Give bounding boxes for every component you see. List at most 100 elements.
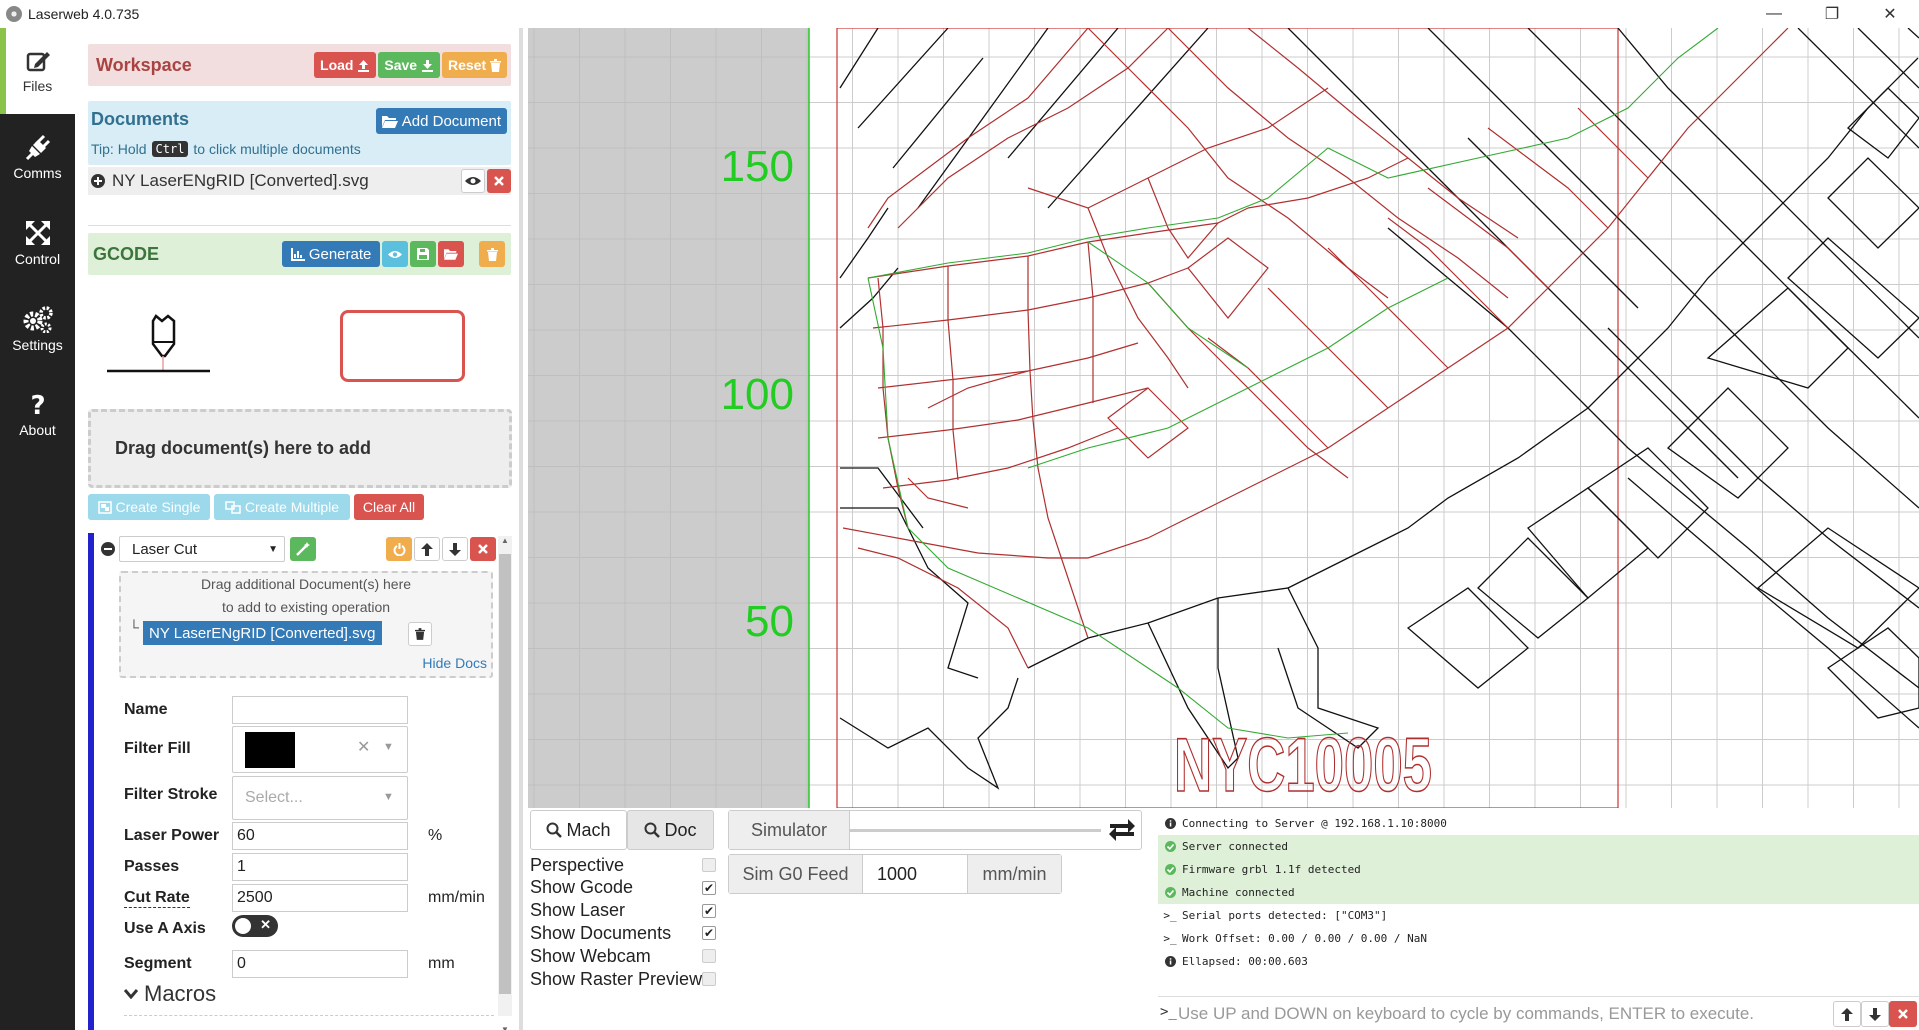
option-checkbox[interactable] bbox=[702, 949, 716, 964]
load-gcode-button[interactable] bbox=[438, 241, 464, 267]
clear-all-button[interactable]: Clear All bbox=[354, 494, 424, 520]
drag-drop-text: Drag document(s) here to add bbox=[115, 438, 372, 458]
passes-input[interactable]: 1 bbox=[232, 853, 408, 881]
collapse-minus-icon[interactable] bbox=[100, 541, 116, 557]
scroll-thumb[interactable] bbox=[499, 554, 511, 994]
sidebar-item-control[interactable]: Control bbox=[0, 200, 75, 286]
view-gcode-button[interactable] bbox=[382, 241, 408, 267]
create-single-button[interactable]: Create Single bbox=[88, 494, 210, 520]
maximize-button[interactable]: ❐ bbox=[1803, 0, 1861, 28]
option-checkbox[interactable] bbox=[702, 858, 716, 872]
arrow-down-icon bbox=[1869, 1007, 1881, 1021]
console-input-row: >_ Use UP and DOWN on keyboard to cycle … bbox=[1158, 996, 1919, 1028]
filter-fill-select[interactable]: ✕ ▼ bbox=[232, 726, 408, 773]
segment-input[interactable]: 0 bbox=[232, 950, 408, 978]
load-workspace-button[interactable]: Load bbox=[314, 52, 377, 78]
sidebar-item-comms[interactable]: Comms bbox=[0, 114, 75, 200]
magic-wand-button[interactable] bbox=[290, 537, 316, 561]
console-line: Ellapsed: 00:00.603 bbox=[1158, 950, 1919, 973]
save-workspace-button[interactable]: Save bbox=[378, 52, 440, 78]
laser-power-input[interactable]: 60 bbox=[232, 822, 408, 850]
sidebar-item-settings[interactable]: Settings bbox=[0, 286, 75, 372]
generate-label: Generate bbox=[308, 245, 372, 263]
document-row[interactable]: NY LaserENgRID [Converted].svg bbox=[88, 167, 511, 195]
simulator-slider[interactable] bbox=[849, 829, 1101, 832]
console-input[interactable]: Use UP and DOWN on keyboard to cycle by … bbox=[1178, 1004, 1754, 1024]
save-gcode-button[interactable] bbox=[410, 241, 436, 267]
clear-gcode-button[interactable] bbox=[479, 241, 505, 267]
option-label: Show Raster Preview bbox=[530, 968, 703, 989]
option-checkbox[interactable] bbox=[702, 972, 716, 986]
use-a-axis-toggle[interactable]: ✕ bbox=[232, 915, 278, 937]
cut-rate-input[interactable]: 2500 bbox=[232, 884, 408, 912]
operation-scrollbar[interactable]: ▲ ▼ bbox=[498, 536, 512, 1030]
sidebar-item-files[interactable]: Files bbox=[0, 28, 75, 114]
history-down-button[interactable] bbox=[1861, 1001, 1889, 1027]
title-bar: Laserweb 4.0.735 — ❐ ✕ bbox=[0, 0, 1919, 28]
create-multiple-button[interactable]: Create Multiple bbox=[214, 494, 350, 520]
console-log: Connecting to Server @ 192.168.1.10:8000… bbox=[1158, 812, 1919, 973]
workspace-canvas[interactable]: 150 100 50 NYC10005 bbox=[528, 28, 1919, 808]
minimize-button[interactable]: — bbox=[1745, 0, 1803, 28]
option-checkbox[interactable]: ✔ bbox=[702, 926, 716, 941]
clear-console-button[interactable] bbox=[1889, 1001, 1917, 1027]
mach-label: Mach bbox=[566, 819, 611, 840]
simulator-label-box: Simulator bbox=[729, 811, 850, 849]
option-label: Show Laser bbox=[530, 900, 626, 921]
drag-drop-area[interactable]: Drag document(s) here to add bbox=[88, 409, 512, 488]
console-line: Server connected bbox=[1158, 835, 1919, 858]
name-input[interactable] bbox=[232, 696, 408, 724]
expand-plus-icon[interactable] bbox=[90, 173, 106, 189]
console-text: Work Offset: 0.00 / 0.00 / 0.00 / NaN bbox=[1182, 932, 1428, 945]
sidebar-item-about[interactable]: ? About bbox=[0, 372, 75, 458]
hide-docs-link[interactable]: Hide Docs bbox=[422, 655, 487, 671]
simulator-group: Simulator bbox=[728, 810, 1142, 850]
documents-section: Documents Add Document Tip: Hold Ctrl to… bbox=[88, 101, 511, 165]
reset-workspace-button[interactable]: Reset bbox=[441, 52, 507, 78]
delete-operation-button[interactable] bbox=[470, 537, 496, 561]
generate-gcode-button[interactable]: Generate bbox=[282, 241, 380, 267]
panel-resize-handle[interactable] bbox=[519, 28, 523, 1030]
window-title: Laserweb 4.0.735 bbox=[28, 6, 140, 22]
move-up-button[interactable] bbox=[414, 537, 440, 561]
document-bounds bbox=[836, 28, 1619, 808]
sim-feed-label: Sim G0 Feed bbox=[742, 863, 849, 884]
arrow-down-icon bbox=[449, 542, 461, 556]
visibility-toggle-button[interactable] bbox=[461, 169, 485, 193]
clear-fill-icon[interactable]: ✕ bbox=[357, 737, 370, 757]
doc-view-button[interactable]: Doc bbox=[627, 810, 714, 850]
remove-document-button[interactable] bbox=[487, 169, 511, 193]
toggle-operation-button[interactable] bbox=[386, 537, 412, 561]
divider bbox=[88, 225, 511, 226]
option-show-raster-preview[interactable]: Show Raster Preview bbox=[530, 966, 716, 992]
sidebar: Files Comms Control Settings ? About bbox=[0, 28, 75, 1030]
workspace-header: Workspace Load Save Reset bbox=[88, 44, 511, 86]
trash-icon bbox=[415, 628, 425, 640]
filter-stroke-select[interactable]: Select... ▼ bbox=[232, 776, 408, 820]
move-down-button[interactable] bbox=[442, 537, 468, 561]
operation-panel: Laser Cut ▼ ▲ ▼ Drag additional Document… bbox=[88, 533, 512, 1030]
macros-toggle[interactable]: Macros bbox=[124, 981, 216, 1007]
history-up-button[interactable] bbox=[1833, 1001, 1861, 1027]
remove-op-doc-button[interactable] bbox=[408, 622, 432, 646]
console: Connecting to Server @ 192.168.1.10:8000… bbox=[1158, 812, 1919, 1030]
close-window-button[interactable]: ✕ bbox=[1861, 0, 1919, 28]
3d-viewport[interactable]: 150 100 50 NYC10005 bbox=[528, 28, 1919, 808]
add-document-button[interactable]: Add Document bbox=[375, 108, 507, 134]
console-text: Serial ports detected: ["COM3"] bbox=[1182, 909, 1388, 922]
mach-view-button[interactable]: Mach bbox=[530, 810, 627, 850]
option-checkbox[interactable]: ✔ bbox=[702, 880, 716, 895]
gcode-title: GCODE bbox=[93, 244, 160, 264]
documents-tip: Tip: Hold Ctrl to click multiple documen… bbox=[91, 141, 361, 157]
operation-doc-name[interactable]: NY LaserENgRID [Converted].svg bbox=[143, 621, 382, 645]
sim-feed-input[interactable]: 1000 bbox=[877, 864, 917, 885]
operation-type-select[interactable]: Laser Cut ▼ bbox=[119, 536, 285, 562]
fill-color-swatch bbox=[245, 732, 295, 768]
files-panel: Workspace Load Save Reset Documents Add … bbox=[75, 28, 516, 1030]
prompt-icon: >_ bbox=[1160, 1004, 1177, 1020]
operation-doc-drop-area[interactable]: Drag additional Document(s) here to add … bbox=[119, 571, 493, 678]
engrave-text: NYC10005 bbox=[1174, 723, 1432, 808]
object-group-icon bbox=[97, 500, 112, 514]
swap-direction-button[interactable] bbox=[1105, 814, 1139, 846]
option-checkbox[interactable]: ✔ bbox=[702, 903, 716, 918]
